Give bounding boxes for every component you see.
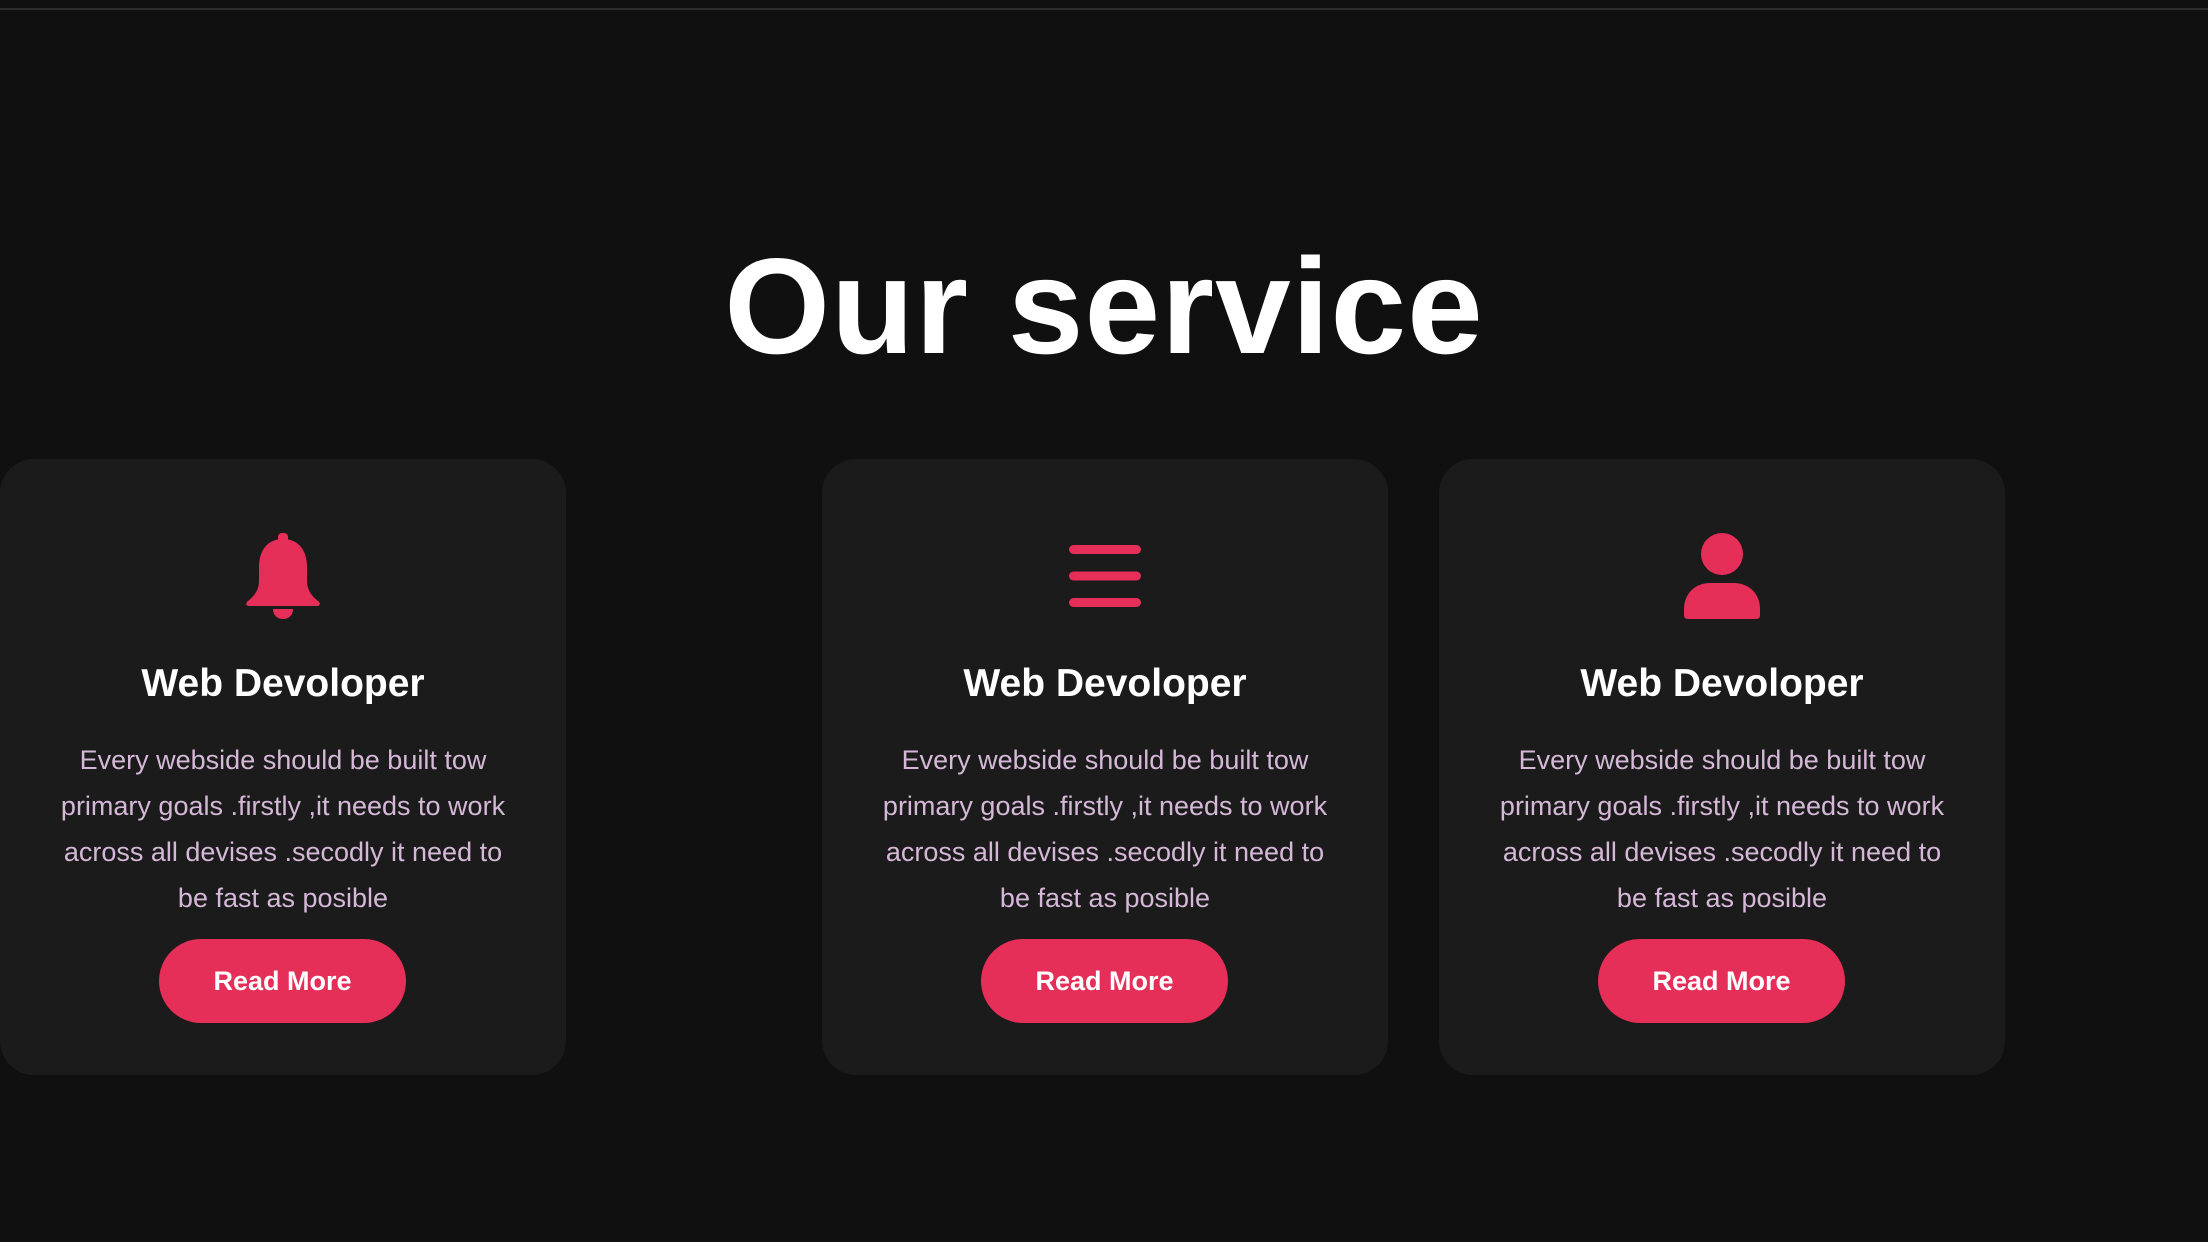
- service-card: Web Devoloper Every webside should be bu…: [822, 459, 1388, 1075]
- menu-icon: [822, 531, 1388, 621]
- card-description: Every webside should be built tow primar…: [1499, 745, 1945, 913]
- top-divider: [0, 8, 2208, 10]
- read-more-button[interactable]: Read More: [981, 939, 1228, 1023]
- card-title: Web Devoloper: [1580, 662, 1864, 705]
- card-description: Every webside should be built tow primar…: [882, 745, 1328, 913]
- read-more-button[interactable]: Read More: [1598, 939, 1845, 1023]
- section-title: Our service: [724, 230, 1484, 382]
- read-more-button[interactable]: Read More: [159, 939, 406, 1023]
- service-card: Web Devoloper Every webside should be bu…: [0, 459, 566, 1075]
- card-title: Web Devoloper: [141, 662, 425, 705]
- user-icon: [1439, 531, 2005, 621]
- card-title: Web Devoloper: [963, 662, 1247, 705]
- card-description: Every webside should be built tow primar…: [60, 745, 506, 913]
- bell-icon: [0, 531, 566, 621]
- service-card: Web Devoloper Every webside should be bu…: [1439, 459, 2005, 1075]
